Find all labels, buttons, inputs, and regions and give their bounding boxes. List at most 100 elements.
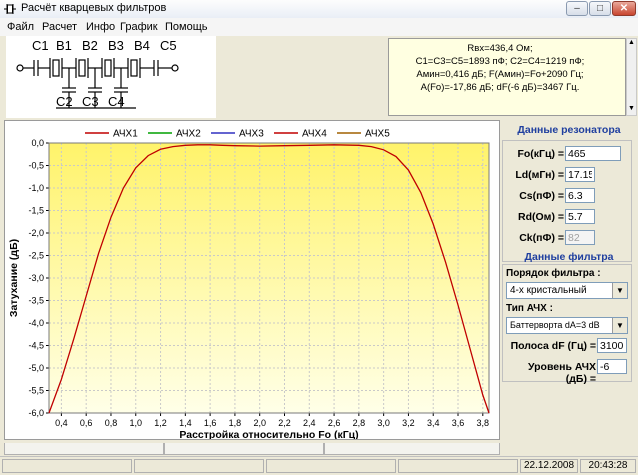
status-bar: 22.12.2008 20:43:28 <box>0 456 638 475</box>
x-tick-label: 2,2 <box>278 418 291 428</box>
status-time: 20:43:28 <box>580 459 636 473</box>
menu-info[interactable]: Инфо <box>86 21 115 33</box>
legend-label-2: АЧХ2 <box>176 129 201 140</box>
y-tick-label: -1,5 <box>28 206 44 216</box>
panel-strip <box>0 442 638 456</box>
label-c1: C1 <box>32 38 49 53</box>
x-tick-label: 0,8 <box>105 418 118 428</box>
label-b2: B2 <box>82 38 98 53</box>
result-line-4: A(Fo)=-17,86 дБ; dF(-6 дБ)=3467 Гц. <box>420 82 580 93</box>
right-panel: Данные резонатора Fo(кГц) = Ld(мГн) = Cs… <box>502 120 636 450</box>
results-memo[interactable]: Rвх=436,4 Ом; C1=C3=C5=1893 пФ; C2=C4=12… <box>388 38 626 116</box>
x-tick-label: 0,6 <box>80 418 93 428</box>
result-line-1: Rвх=436,4 Ом; <box>467 43 533 54</box>
chevron-down-icon[interactable]: ▼ <box>612 318 627 333</box>
x-tick-label: 2,6 <box>328 418 341 428</box>
x-axis-label: Расстройка относительно Fo (кГц) <box>179 429 358 439</box>
scroll-down-icon[interactable]: ▼ <box>627 105 636 115</box>
x-tick-label: 2,8 <box>353 418 366 428</box>
result-line-3: Aмин=0,416 дБ; F(Aмин)=Fo+2090 Гц; <box>416 69 584 80</box>
y-tick-label: -4,5 <box>28 341 44 351</box>
strip-panel-2 <box>164 443 324 455</box>
status-cell-1 <box>2 459 132 473</box>
label-b3: B3 <box>108 38 124 53</box>
filter-section-title: Данные фильтра <box>524 251 614 263</box>
result-line-2: C1=C3=C5=1893 пФ; C2=C4=1219 пФ; <box>415 56 585 67</box>
window-title: Расчёт кварцевых фильтров <box>21 2 167 14</box>
y-tick-label: -3,0 <box>28 273 44 283</box>
level-label: Уровень АЧХ (дБ) = <box>528 361 596 385</box>
status-cell-4 <box>398 459 518 473</box>
x-tick-label: 1,8 <box>229 418 242 428</box>
chevron-down-icon[interactable]: ▼ <box>612 283 627 298</box>
label-b4: B4 <box>134 38 150 53</box>
ld-input[interactable] <box>565 167 595 182</box>
close-icon: ✕ <box>619 3 629 14</box>
legend-label-1: АЧХ1 <box>113 129 138 140</box>
y-tick-label: -6,0 <box>28 408 44 418</box>
rd-input[interactable] <box>565 209 595 224</box>
x-tick-label: 3,8 <box>477 418 490 428</box>
scroll-up-icon[interactable]: ▲ <box>627 39 636 49</box>
band-input[interactable] <box>597 338 627 353</box>
maximize-button[interactable]: □ <box>589 1 611 16</box>
menu-chart[interactable]: График <box>120 21 158 33</box>
status-cell-2 <box>134 459 264 473</box>
minimize-button[interactable]: – <box>566 1 588 16</box>
app-icon <box>4 4 16 14</box>
strip-panel-1 <box>4 443 164 455</box>
legend-label-4: АЧХ4 <box>302 129 327 140</box>
title-bar: Расчёт кварцевых фильтров – □ ✕ <box>0 0 638 19</box>
results-scrollbar[interactable]: ▲ ▼ <box>626 38 637 116</box>
label-b1: B1 <box>56 38 72 53</box>
ld-label: Ld(мГн) = <box>515 169 564 181</box>
maximize-icon: □ <box>596 3 604 14</box>
x-tick-label: 2,4 <box>303 418 316 428</box>
chart-svg: 0,4 0,6 0,8 1,0 1,2 1,4 1,6 1,8 2,0 2,2 2,4 2,6 2,8 3… <box>8 129 490 441</box>
rd-label: Rd(Ом) = <box>518 211 564 223</box>
x-tick-label: 1,0 <box>130 418 143 428</box>
type-value: Баттерворта dA=3 dB <box>510 320 600 330</box>
status-date: 22.12.2008 <box>520 459 578 473</box>
order-value: 4-х кристальный <box>510 285 587 296</box>
circuit-diagram: C1 B1 B2 B3 B4 C5 C2 C3 C4 <box>16 38 179 109</box>
status-cell-3 <box>266 459 396 473</box>
frequency-response-chart: 0,4 0,6 0,8 1,0 1,2 1,4 1,6 1,8 2,0 2,2 2,4 2,6 2,8 3… <box>4 120 500 441</box>
fo-label: Fo(кГц) = <box>517 148 564 160</box>
band-label: Полоса dF (Гц) = <box>510 340 596 352</box>
menu-calc[interactable]: Расчет <box>42 21 77 33</box>
cs-input[interactable] <box>565 188 595 203</box>
fo-input[interactable] <box>565 146 621 161</box>
legend-label-3: АЧХ3 <box>239 129 264 140</box>
close-button[interactable]: ✕ <box>612 1 636 16</box>
resonator-section-title: Данные резонатора <box>517 124 621 136</box>
cs-label: Cs(пФ) = <box>519 190 564 202</box>
y-tick-label: 0,0 <box>31 138 44 148</box>
x-tick-label: 3,4 <box>427 418 440 428</box>
x-tick-label: 1,4 <box>179 418 192 428</box>
level-input[interactable] <box>597 359 627 374</box>
circuit-schematic: C1 B1 B2 B3 B4 C5 C2 C3 C4 <box>6 36 216 118</box>
x-tick-label: 2,0 <box>253 418 266 428</box>
menu-file[interactable]: Файл <box>7 21 34 33</box>
ck-label: Ck(пФ) = <box>519 232 564 244</box>
y-tick-label: -2,5 <box>28 251 44 261</box>
y-tick-label: -4,0 <box>28 318 44 328</box>
menu-bar: Файл Расчет Инфо График Помощь <box>0 18 638 36</box>
y-tick-label: -2,0 <box>28 228 44 238</box>
x-tick-label: 1,2 <box>154 418 167 428</box>
y-tick-label: -5,5 <box>28 386 44 396</box>
y-tick-label: -5,0 <box>28 363 44 373</box>
y-tick-label: -0,5 <box>28 161 44 171</box>
x-tick-label: 1,6 <box>204 418 217 428</box>
legend-label-5: АЧХ5 <box>365 129 390 140</box>
menu-help[interactable]: Помощь <box>165 21 208 33</box>
x-tick-label: 3,6 <box>452 418 465 428</box>
label-c4: C4 <box>108 94 125 109</box>
type-select[interactable]: Баттерворта dA=3 dB ▼ <box>506 317 628 334</box>
y-axis-label: Затухание (дБ) <box>8 239 20 317</box>
order-select[interactable]: 4-х кристальный ▼ <box>506 282 628 299</box>
label-c3: C3 <box>82 94 99 109</box>
x-tick-label: 0,4 <box>55 418 68 428</box>
x-tick-label: 3,2 <box>402 418 415 428</box>
